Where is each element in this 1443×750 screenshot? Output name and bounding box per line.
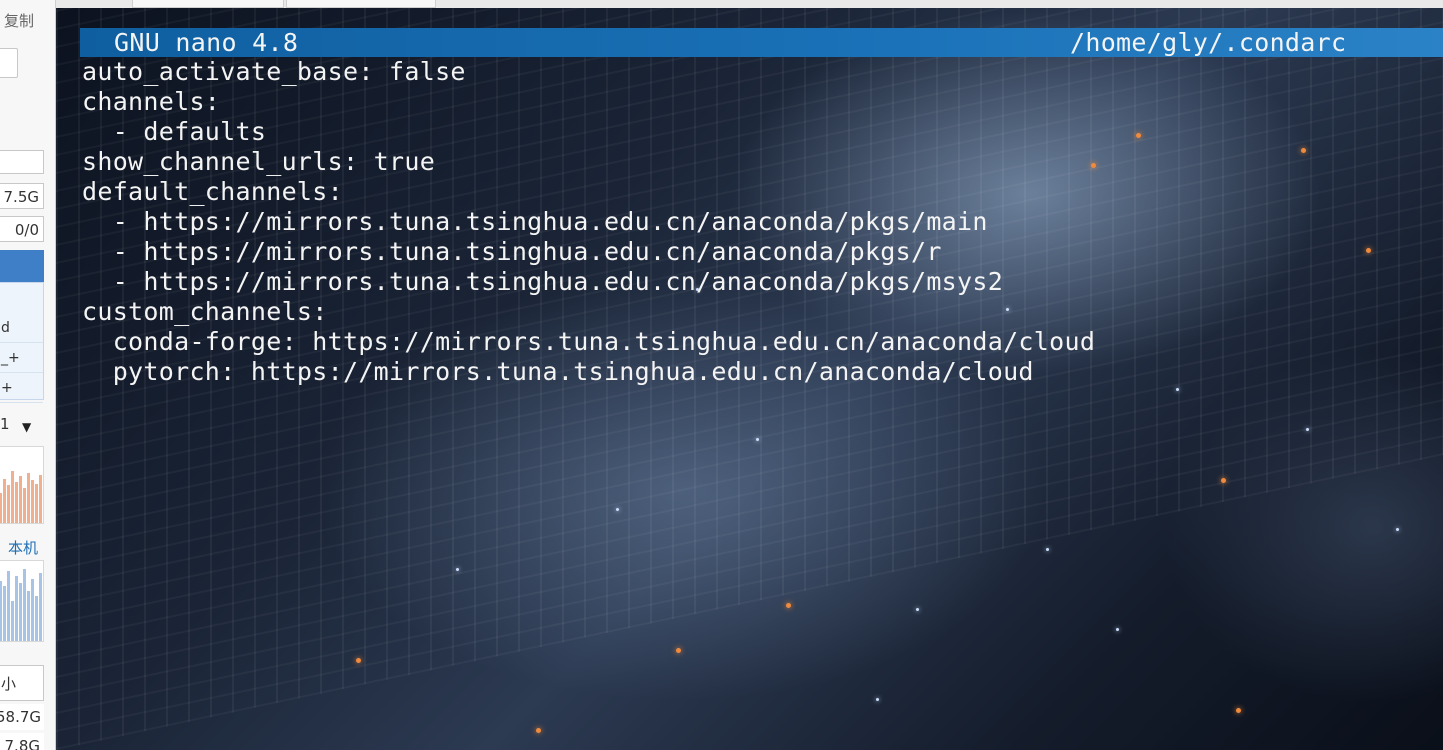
tab[interactable] — [286, 0, 436, 8]
cpu-graph-bar — [39, 475, 42, 523]
background-speck — [786, 603, 791, 608]
background-speck — [1046, 548, 1049, 551]
nano-title-bar: GNU nano 4.8 /home/gly/.condarc — [80, 28, 1443, 57]
side-panel: 复制 7.5G 0/0 d _+ + 1 ▼ 本机 小 58.7G 7.8G — [0, 0, 56, 750]
code-line: pytorch: https://mirrors.tuna.tsinghua.e… — [82, 357, 1034, 386]
list-item[interactable]: + — [0, 373, 43, 403]
process-list: d _+ + — [0, 282, 44, 403]
background-speck — [1301, 148, 1306, 153]
background-speck — [1236, 708, 1241, 713]
background-speck — [676, 648, 681, 653]
tab-strip — [56, 0, 1443, 8]
network-graph-bar — [27, 591, 30, 641]
editor-content[interactable]: auto_activate_base: false channels: - de… — [82, 57, 1095, 387]
background-speck — [456, 568, 459, 571]
background-speck — [1366, 248, 1371, 253]
network-graph-bar — [3, 586, 6, 641]
network-graph-bar — [0, 581, 2, 641]
code-line: - https://mirrors.tuna.tsinghua.edu.cn/a… — [82, 267, 1004, 296]
chevron-down-icon[interactable]: ▼ — [22, 420, 31, 434]
network-graph-bar — [7, 571, 10, 641]
terminal-window[interactable]: GNU nano 4.8 /home/gly/.condarc auto_act… — [56, 8, 1443, 750]
network-graph-bar — [43, 589, 44, 641]
disk-value: 58.7G — [0, 704, 44, 730]
selected-row[interactable] — [0, 250, 44, 282]
cpu-graph-bar — [15, 482, 18, 523]
background-speck — [356, 658, 361, 663]
network-graph-bar — [35, 596, 38, 641]
cpu-graph-bar — [19, 476, 22, 523]
cpu-graph-bar — [11, 471, 14, 523]
background-speck — [1396, 528, 1399, 531]
cpu-graph-bar — [35, 484, 38, 523]
cpu-graph-bar — [23, 488, 26, 523]
network-graph-bar — [11, 601, 14, 641]
code-line: show_channel_urls: true — [82, 147, 436, 176]
network-graph-bar — [39, 573, 42, 641]
network-graph-bar — [31, 579, 34, 641]
disk-value: 7.8G — [0, 733, 44, 750]
memory-value: 7.5G — [0, 183, 44, 209]
network-graph-bar — [19, 583, 22, 641]
local-label[interactable]: 本机 — [8, 537, 38, 558]
background-speck — [1306, 428, 1309, 431]
code-line: channels: — [82, 87, 221, 116]
background-speck — [1221, 478, 1226, 483]
io-value: 0/0 — [0, 216, 44, 242]
cpu-graph-bar — [0, 493, 2, 523]
cpu-graph-bar — [43, 487, 44, 523]
side-progress-bar — [0, 150, 44, 174]
cpu-graph-bar — [7, 485, 10, 523]
editor-name: GNU nano 4.8 — [114, 28, 299, 57]
list-item[interactable]: d — [0, 313, 43, 343]
code-line: custom_channels: — [82, 297, 328, 326]
code-line: auto_activate_base: false — [82, 57, 466, 86]
cpu-graph — [0, 446, 44, 524]
code-line: conda-forge: https://mirrors.tuna.tsingh… — [82, 327, 1096, 356]
copy-label[interactable]: 复制 — [4, 10, 34, 31]
cpu-graph-bar — [31, 480, 34, 523]
code-line: - https://mirrors.tuna.tsinghua.edu.cn/a… — [82, 237, 942, 266]
cpu-graph-bar — [27, 473, 30, 523]
code-line: - defaults — [82, 117, 267, 146]
background-speck — [1176, 388, 1179, 391]
background-speck — [916, 608, 919, 611]
cpu-label: 1 — [0, 415, 10, 433]
network-graph-bar — [15, 576, 18, 641]
background-speck — [1116, 628, 1119, 631]
code-line: default_channels: — [82, 177, 343, 206]
background-speck — [756, 438, 759, 441]
cpu-graph-bar — [3, 479, 6, 523]
tab[interactable] — [132, 0, 284, 8]
background-speck — [536, 728, 541, 733]
background-speck — [876, 698, 879, 701]
network-graph — [0, 560, 44, 642]
network-graph-bar — [23, 569, 26, 641]
list-item[interactable]: _+ — [0, 343, 43, 373]
file-path: /home/gly/.condarc — [1070, 28, 1347, 57]
background-speck — [616, 508, 619, 511]
side-input-box[interactable] — [0, 48, 18, 78]
disk-header[interactable]: 小 — [0, 665, 44, 701]
code-line: - https://mirrors.tuna.tsinghua.edu.cn/a… — [82, 207, 988, 236]
background-speck — [1136, 133, 1141, 138]
